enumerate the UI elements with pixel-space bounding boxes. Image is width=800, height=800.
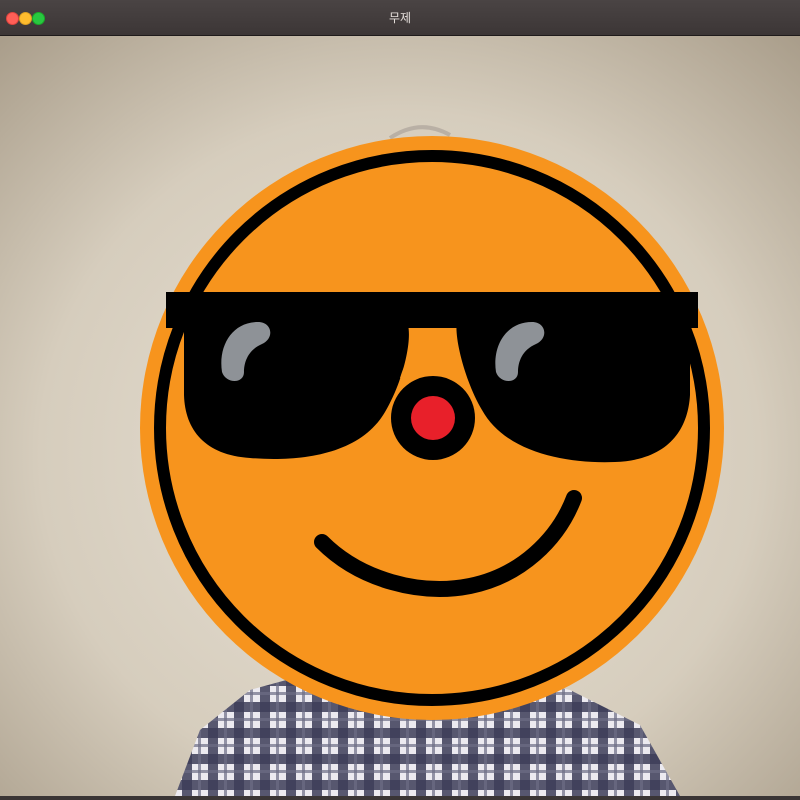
window-title: 무제 xyxy=(388,11,412,25)
window-bottom-edge xyxy=(0,796,800,800)
camera-frame xyxy=(0,36,800,796)
app-window: 무제 xyxy=(0,0,800,800)
camera-view xyxy=(0,36,800,796)
title-bar[interactable]: 무제 xyxy=(0,0,800,36)
red-nose-icon xyxy=(391,376,475,460)
smiley-face-sticker xyxy=(140,136,724,720)
